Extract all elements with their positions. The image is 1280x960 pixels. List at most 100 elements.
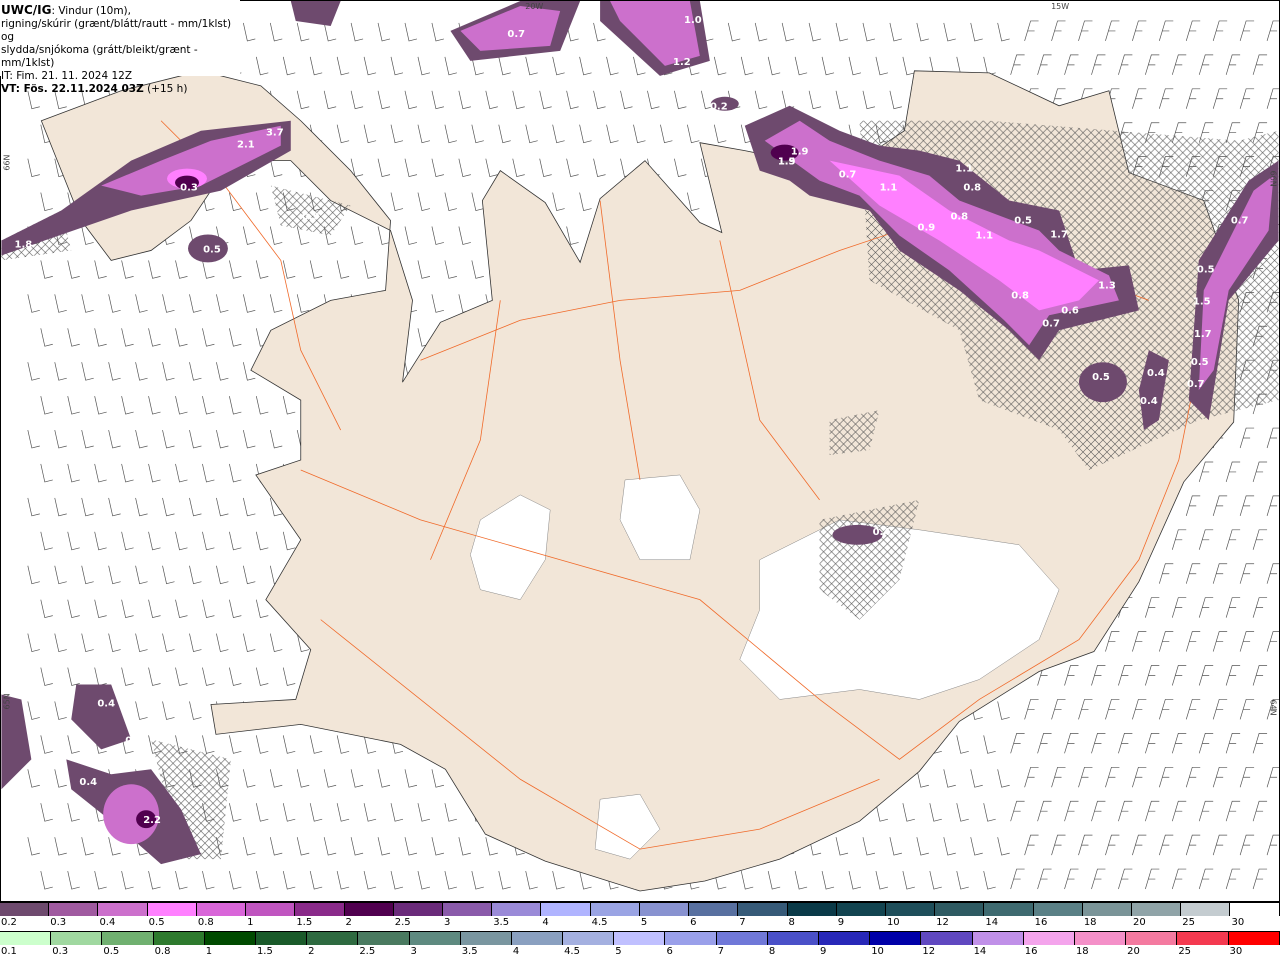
rain-legend-swatch <box>51 931 103 945</box>
rain-legend-swatch <box>460 931 512 945</box>
grid-label: 66N <box>1269 171 1278 187</box>
snow-legend-label: 18 <box>1083 917 1097 928</box>
snow-legend-label: 25 <box>1182 917 1195 928</box>
snow-legend-swatch <box>787 902 837 916</box>
snow-legend-swatch <box>147 902 197 916</box>
rain-legend-swatch <box>153 931 205 945</box>
snow-legend-swatch <box>0 902 50 916</box>
snow-legend-swatch <box>885 902 936 916</box>
precip-value-label: 1.5 <box>778 157 796 168</box>
precip-value-label: 0.7 <box>839 170 857 181</box>
rain-legend-label: 3.5 <box>461 946 478 957</box>
snow-legend-label: 0.4 <box>99 917 116 928</box>
grid-label: 65N <box>2 693 11 709</box>
snow-legend-swatch <box>492 902 542 916</box>
rain-legend-label: 1 <box>205 946 213 957</box>
rain-legend-label: 10 <box>871 946 884 957</box>
snow-legend-label: 0.8 <box>197 917 214 928</box>
valid-time: VT: Fös. 22.11.2024 03Z <box>1 83 144 95</box>
precip-value-label: 0.5 <box>1197 264 1215 275</box>
precip-value-label: 2.1 <box>237 140 255 151</box>
rain-legend-label: 0.1 <box>1 946 17 957</box>
precip-value-label: 1.8 <box>15 239 33 250</box>
precip-value-label: 1.1 <box>975 230 993 241</box>
rain-legend-swatch <box>563 931 615 945</box>
rain-legend-swatch <box>409 931 461 945</box>
rain-legend-swatch <box>870 931 922 945</box>
rain-legend-swatch <box>307 931 359 945</box>
precip-value-label: 0.6 <box>1061 305 1079 316</box>
snow-legend-swatch <box>1132 902 1182 916</box>
rain-legend-swatch <box>716 931 768 945</box>
precip-value-label: 0.7 <box>507 29 525 40</box>
grid-label: 15W <box>1051 2 1069 11</box>
snow-legend-label: 9 <box>837 917 845 928</box>
precip-value-label: 0.5 <box>1014 216 1032 227</box>
snow-legend-label: 3.5 <box>493 917 510 928</box>
snow-legend-label: 30 <box>1231 917 1245 928</box>
precip-value-label: 0.8 <box>1011 290 1029 301</box>
forecast-lead: (+15 h) <box>143 83 188 95</box>
snow-legend-swatch <box>295 902 345 916</box>
rain-legend-swatch <box>1177 931 1229 945</box>
precip-value-label: 1.5 <box>1193 296 1211 307</box>
grid-label: 64N <box>1269 699 1278 715</box>
snow-legend-swatch <box>1033 902 1083 916</box>
precip-value-label: 2.2 <box>143 815 161 826</box>
snow-legend-swatch <box>196 902 247 916</box>
rain-legend-label: 2.5 <box>359 946 376 957</box>
rain-legend-label: 14 <box>973 946 987 957</box>
precip-value-label: 0.9 <box>918 222 936 233</box>
snow-legend-swatch <box>344 902 394 916</box>
rain-legend-label: 6 <box>666 946 673 957</box>
snow-legend-label: 0.2 <box>1 917 17 928</box>
precip-value-label: 1.1 <box>880 183 898 194</box>
rain-legend-label: 3 <box>410 946 417 957</box>
rain-legend-labels: 0.1 0.3 0.5 0.8 1 1.5 2 2.5 3 3.5 4 4.5 5 6 7 8 9 10 12 14 1… <box>0 945 1280 959</box>
title-line-3: slydda/snjókoma (grátt/bleikt/grænt - mm… <box>1 44 198 69</box>
precip-value-label: 1.2 <box>673 57 691 68</box>
snow-legend-labels: 0.2 0.3 0.4 0.5 0.8 1 1.5 2 2.5 3 3.5 4 4.5 5 6 7 8 9 10 12… <box>0 916 1280 930</box>
rain-legend-label: 5 <box>615 946 622 957</box>
weather-map[interactable]: 1.00.71.20.21.92.13.70.30.90.51.81.91.50… <box>0 0 1280 902</box>
snow-legend-label: 3 <box>443 917 451 928</box>
rain-legend-swatch <box>614 931 666 945</box>
rain-legend-swatch <box>1023 931 1075 945</box>
snow-legend-swatch <box>393 902 443 916</box>
rain-legend-label: 4.5 <box>564 946 580 957</box>
rain-legend-label: 9 <box>820 946 827 957</box>
rain-legend-label: 1.5 <box>256 946 273 957</box>
snow-legend-label: 10 <box>886 917 900 928</box>
snow-legend-label: 5 <box>640 917 648 928</box>
precip-value-label: 0.5 <box>203 244 221 255</box>
rain-legend-swatch <box>358 931 410 945</box>
rain-legend-label: 4 <box>512 946 520 957</box>
snow-legend-swatches <box>0 902 1280 916</box>
model-name: UWC/IG <box>1 3 52 17</box>
grid-label: 20W <box>525 2 543 11</box>
rain-legend-label: 18 <box>1075 946 1089 957</box>
snow-legend-swatch <box>442 902 493 916</box>
snow-legend-label: 0.3 <box>50 917 67 928</box>
snow-legend-label: 6 <box>690 917 697 928</box>
precip-value-label: 0.2 <box>710 102 728 113</box>
title-line-1: : Vindur (10m), <box>51 5 131 17</box>
snow-legend-label: 1 <box>247 917 254 928</box>
rain-legend-label: 0.3 <box>52 946 69 957</box>
rain-legend-label: 12 <box>922 946 936 957</box>
snow-legend-label: 14 <box>985 917 999 928</box>
precip-value-label: 0.8 <box>963 183 981 194</box>
rain-legend-label: 2 <box>308 946 315 957</box>
snow-legend-swatch <box>541 902 591 916</box>
rain-legend-swatch <box>102 931 154 945</box>
snow-legend-swatch <box>836 902 886 916</box>
precip-value-label: 0.7 <box>1042 318 1060 329</box>
rain-legend-swatch <box>819 931 871 945</box>
precip-value-label: 1.0 <box>684 15 702 26</box>
snow-legend-swatch <box>246 902 296 916</box>
rain-legend-swatches <box>0 931 1280 945</box>
snow-legend-swatch <box>738 902 788 916</box>
rain-legend-label: 16 <box>1024 946 1038 957</box>
snow-legend-label: 2 <box>345 917 352 928</box>
precip-value-label: 1.1 <box>955 164 973 175</box>
